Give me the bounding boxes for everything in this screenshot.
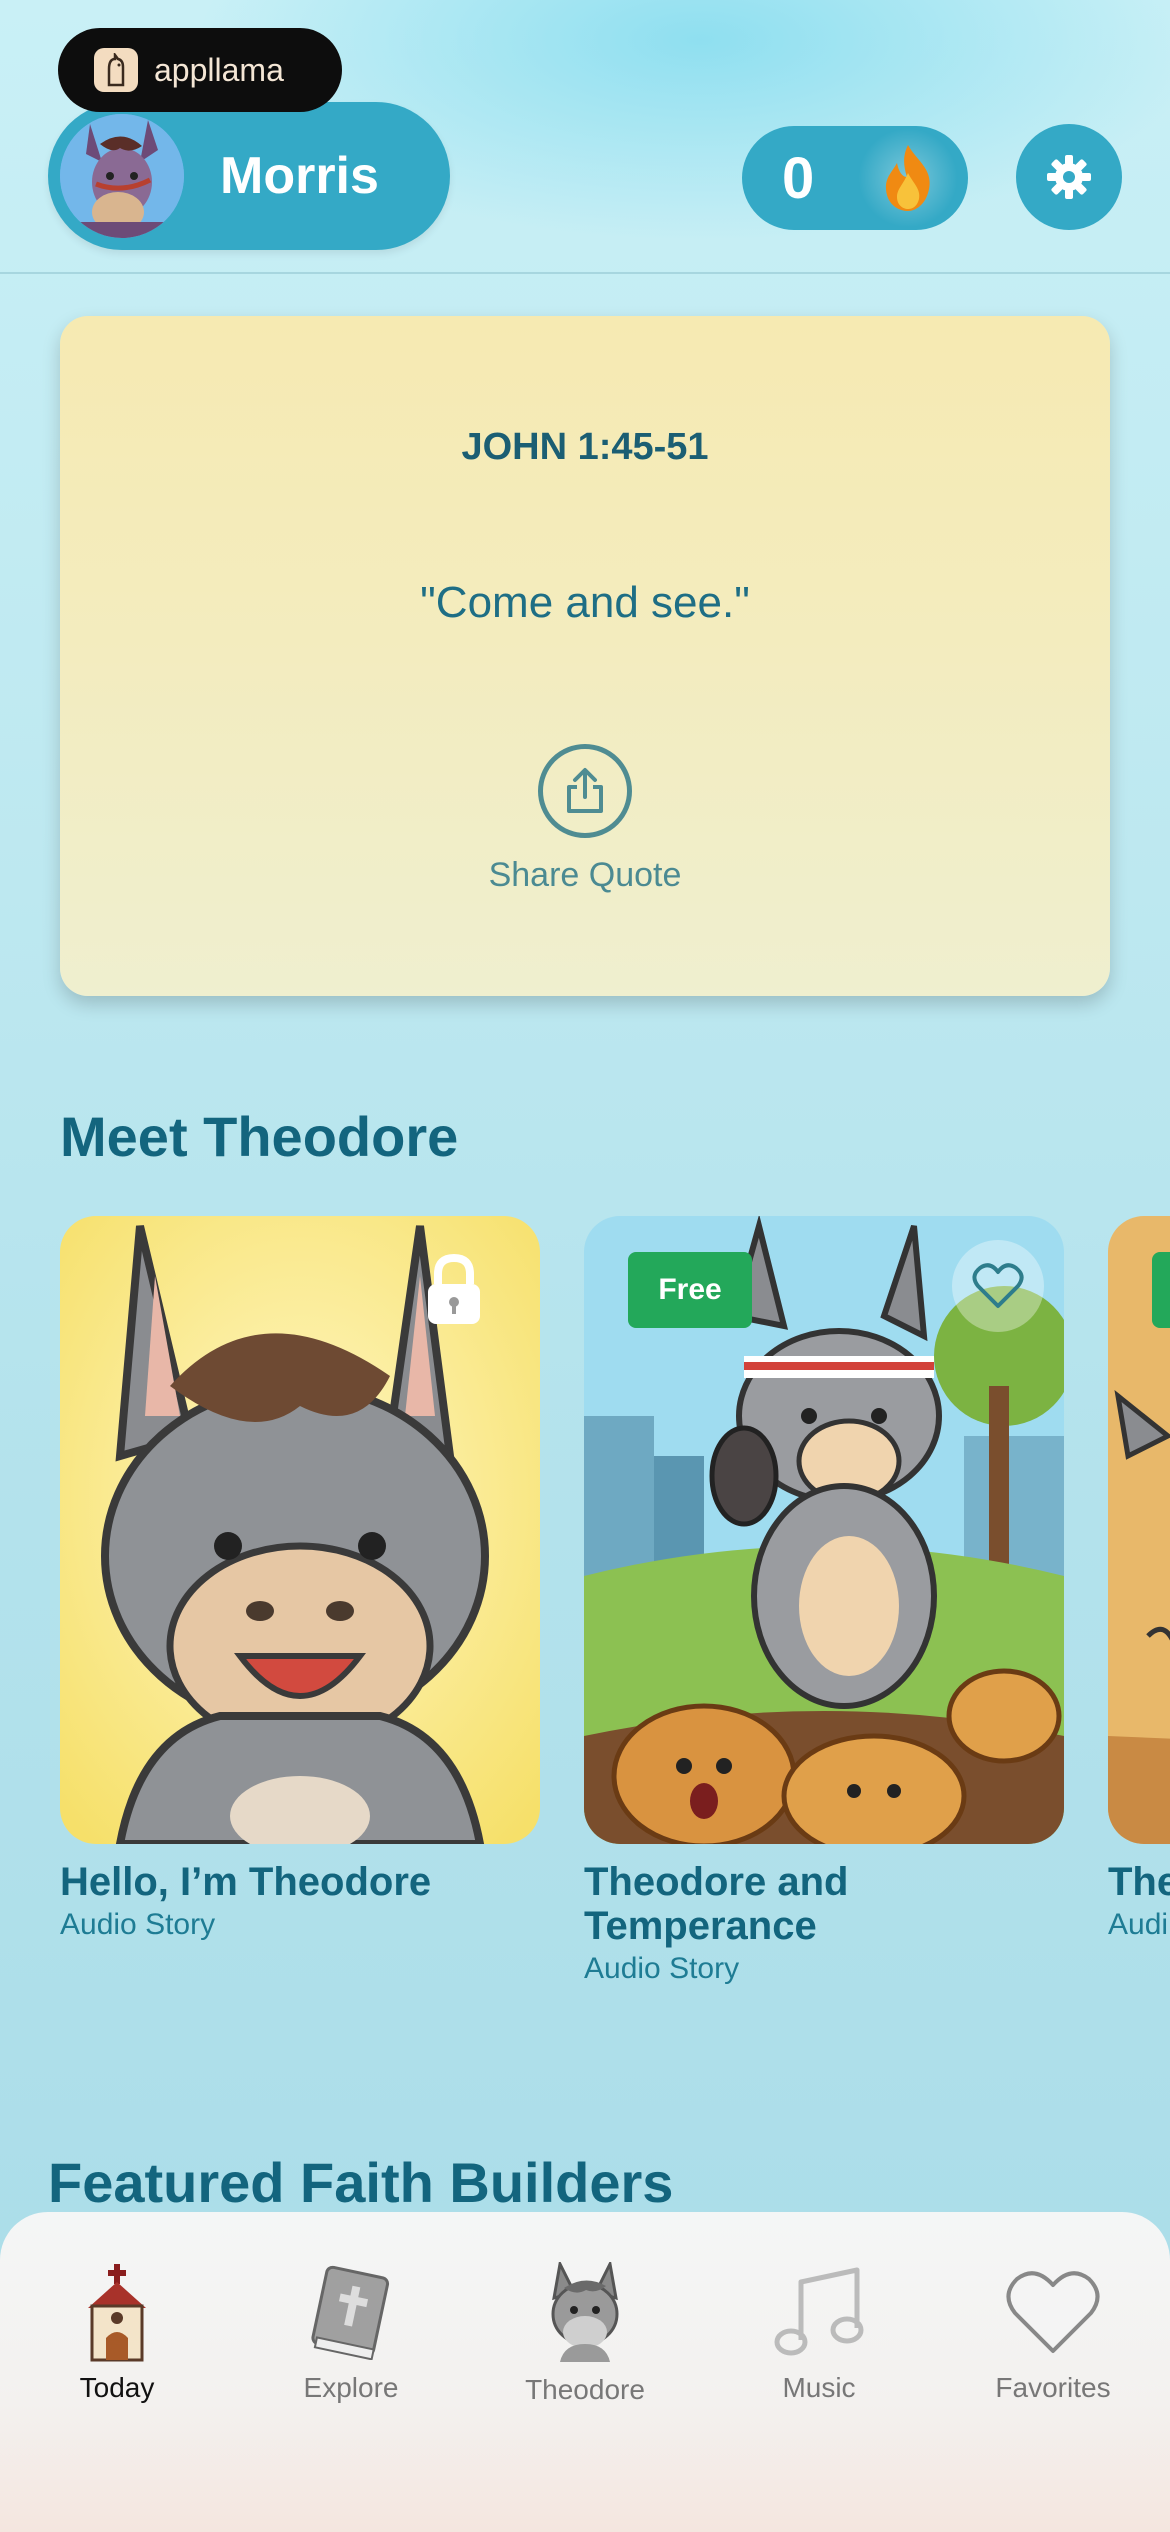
flame-icon (858, 128, 958, 228)
tab-label: Favorites (995, 2372, 1111, 2403)
tab-favorites[interactable]: Favorites (936, 2212, 1170, 2432)
heart-icon (972, 1263, 1024, 1308)
heart-icon (936, 2252, 1170, 2372)
verse-reference: JOHN 1:45-51 (461, 426, 709, 468)
app-badge-label: appllama (154, 51, 284, 88)
lock-icon (422, 1253, 486, 1331)
avatar (60, 114, 184, 238)
donkey-icon (468, 2252, 702, 2372)
tab-label: Today (79, 2372, 155, 2403)
church-icon (0, 2252, 234, 2372)
story-card-title: Theodore and Temperance (584, 1860, 849, 1948)
story-card-image (60, 1216, 540, 1844)
app-badge: appllama (58, 28, 342, 112)
llama-logo-icon (94, 48, 138, 92)
share-icon (567, 768, 603, 813)
profile-name: Morris (220, 147, 379, 205)
header-divider (0, 272, 1170, 274)
story-card-title: Hello, I’m Theodore (60, 1860, 432, 1904)
favorite-button[interactable] (952, 1240, 1044, 1332)
streak-button[interactable]: 0 (742, 126, 968, 230)
story-card[interactable]: The Yap Audi (1108, 1216, 1170, 1942)
verse-text: "Come and see." (420, 578, 750, 627)
tab-bar: Today Explore Theodore Music Favorites (0, 2212, 1170, 2532)
verse-card: JOHN 1:45-51 "Come and see." Share Quote (60, 316, 1110, 996)
story-card-image: Free (584, 1216, 1064, 1844)
tab-theodore[interactable]: Theodore (468, 2212, 702, 2432)
story-card-image (1108, 1216, 1170, 1844)
story-card-subtitle: Audio Story (584, 1952, 740, 1985)
share-quote-button[interactable] (538, 744, 632, 838)
story-card-subtitle: Audio Story (60, 1908, 216, 1941)
story-card-title: The Yap (1108, 1860, 1170, 1904)
gear-icon (1047, 155, 1091, 199)
music-note-icon (702, 2252, 936, 2372)
section-title-meet-theodore: Meet Theodore (60, 1105, 459, 1168)
tab-label: Explore (303, 2372, 399, 2403)
profile-button[interactable]: Morris (48, 102, 450, 250)
tab-label: Theodore (525, 2374, 645, 2405)
bible-icon (234, 2252, 468, 2372)
story-card-subtitle: Audi (1108, 1908, 1169, 1941)
share-quote-label[interactable]: Share Quote (60, 856, 1110, 895)
free-badge: Free (628, 1252, 752, 1328)
story-card[interactable]: Hello, I’m Theodore Audio Story (60, 1216, 540, 1942)
story-card[interactable]: Free Theodore and Temperance Audio Story (584, 1216, 1064, 1986)
tab-label: Music (782, 2372, 856, 2403)
settings-button[interactable] (1016, 124, 1122, 230)
tab-explore[interactable]: Explore (234, 2212, 468, 2432)
tab-music[interactable]: Music (702, 2212, 936, 2432)
streak-count: 0 (782, 145, 815, 211)
tab-today[interactable]: Today (0, 2212, 234, 2432)
section-title-featured: Featured Faith Builders (48, 2151, 674, 2214)
